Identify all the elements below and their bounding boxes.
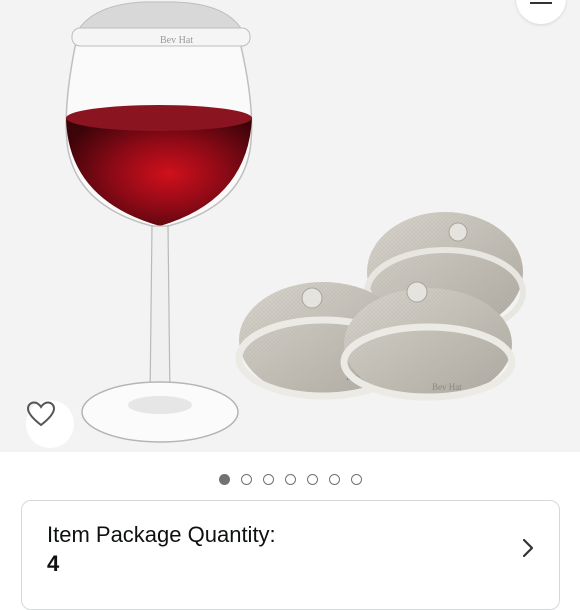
quantity-value: 4 xyxy=(47,551,60,576)
quantity-label: Item Package Quantity: xyxy=(47,522,276,547)
wishlist-button[interactable] xyxy=(26,400,74,448)
brand-mark-on-hat: Bev Hat xyxy=(160,35,193,46)
menu-icon xyxy=(530,2,552,4)
carousel-dot[interactable] xyxy=(328,474,340,485)
quantity-selector[interactable]: Item Package Quantity: 4 xyxy=(21,500,560,610)
carousel-dot[interactable] xyxy=(350,474,362,485)
carousel-dot[interactable] xyxy=(306,474,318,485)
carousel-dot[interactable] xyxy=(240,474,252,485)
chevron-right-icon xyxy=(522,538,534,558)
carousel-indicator[interactable] xyxy=(0,474,580,485)
brand-mark-right-lid: Bev Hat xyxy=(432,382,462,392)
carousel-dot[interactable] xyxy=(284,474,296,485)
heart-icon xyxy=(26,401,56,427)
carousel-dot[interactable] xyxy=(262,474,274,485)
product-image[interactable]: Bev Hat Bev Hat Bev Hat xyxy=(0,0,580,452)
product-photo: Bev Hat Bev Hat Bev Hat xyxy=(65,1,526,443)
carousel-dot[interactable] xyxy=(218,474,230,485)
